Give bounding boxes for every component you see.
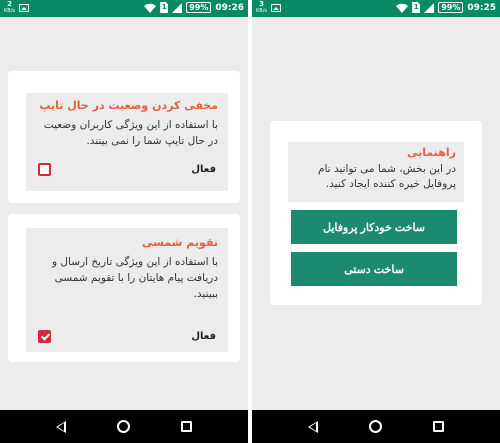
left-screen: 2 KB/s 1 99% 09:26 مخفی کردن وضعیت در حا… (0, 0, 248, 443)
right-screen: 3 KB/s 1 99% 09:25 راهنمایی در این بخش، … (252, 0, 500, 443)
image-notification-icon (271, 4, 281, 12)
speed-unit: KB/s (4, 8, 15, 14)
wifi-icon (144, 3, 157, 13)
sim-icon: 1 (412, 2, 421, 13)
calendar-description: با استفاده از این ویژگی تاریخ ارسال و در… (52, 256, 218, 300)
clock: 09:25 (467, 2, 496, 13)
status-bar: 3 KB/s 1 99% 09:25 (252, 0, 500, 17)
calendar-card: تقویم شمسی با استفاده از این ویژگی تاریخ… (8, 214, 240, 362)
speed-unit: KB/s (256, 8, 267, 14)
auto-build-profile-button[interactable]: ساخت خودکار پروفایل (291, 210, 457, 244)
typing-status-title: مخفی کردن وضعیت در حال تایپ (39, 99, 218, 112)
calendar-title: تقویم شمسی (141, 236, 218, 249)
battery-indicator: 99% (438, 2, 464, 13)
guide-panel: راهنمایی در این بخش، شما می توانید نام پ… (288, 142, 464, 202)
signal-icon (424, 2, 435, 13)
wifi-icon (396, 3, 409, 13)
typing-status-toggle[interactable]: فعال (38, 163, 216, 176)
speed-value: 2 (7, 0, 12, 8)
back-icon[interactable] (307, 420, 318, 433)
home-icon[interactable] (368, 420, 382, 433)
battery-indicator: 99% (186, 2, 212, 13)
calendar-toggle[interactable]: فعال (38, 330, 216, 343)
typing-status-card: مخفی کردن وضعیت در حال تایپ با استفاده ا… (8, 71, 240, 203)
network-speed: 3 KB/s (256, 1, 267, 15)
speed-value: 3 (259, 0, 264, 8)
guide-title: راهنمایی (407, 146, 456, 159)
recent-apps-icon[interactable] (433, 421, 445, 432)
toggle-label: فعال (191, 331, 216, 342)
clock: 09:26 (215, 2, 244, 13)
status-bar: 2 KB/s 1 99% 09:26 (0, 0, 248, 17)
home-icon[interactable] (116, 420, 130, 433)
recent-apps-icon[interactable] (181, 421, 193, 432)
navigation-bar (252, 410, 500, 443)
typing-status-panel: مخفی کردن وضعیت در حال تایپ با استفاده ا… (26, 93, 228, 191)
calendar-panel: تقویم شمسی با استفاده از این ویژگی تاریخ… (26, 228, 228, 352)
typing-status-checkbox[interactable] (38, 163, 51, 176)
back-icon[interactable] (55, 420, 66, 433)
calendar-checkbox[interactable] (38, 330, 51, 343)
toggle-label: فعال (191, 164, 216, 175)
guide-description: در این بخش، شما می توانید نام پروفایل خی… (317, 163, 456, 190)
navigation-bar (0, 410, 248, 443)
signal-icon (172, 2, 183, 13)
image-notification-icon (19, 4, 29, 12)
manual-build-button[interactable]: ساخت دستی (291, 252, 457, 286)
typing-status-description: با استفاده از این ویژگی کاربران وضعیت در… (43, 119, 218, 147)
network-speed: 2 KB/s (4, 1, 15, 15)
sim-icon: 1 (160, 2, 169, 13)
